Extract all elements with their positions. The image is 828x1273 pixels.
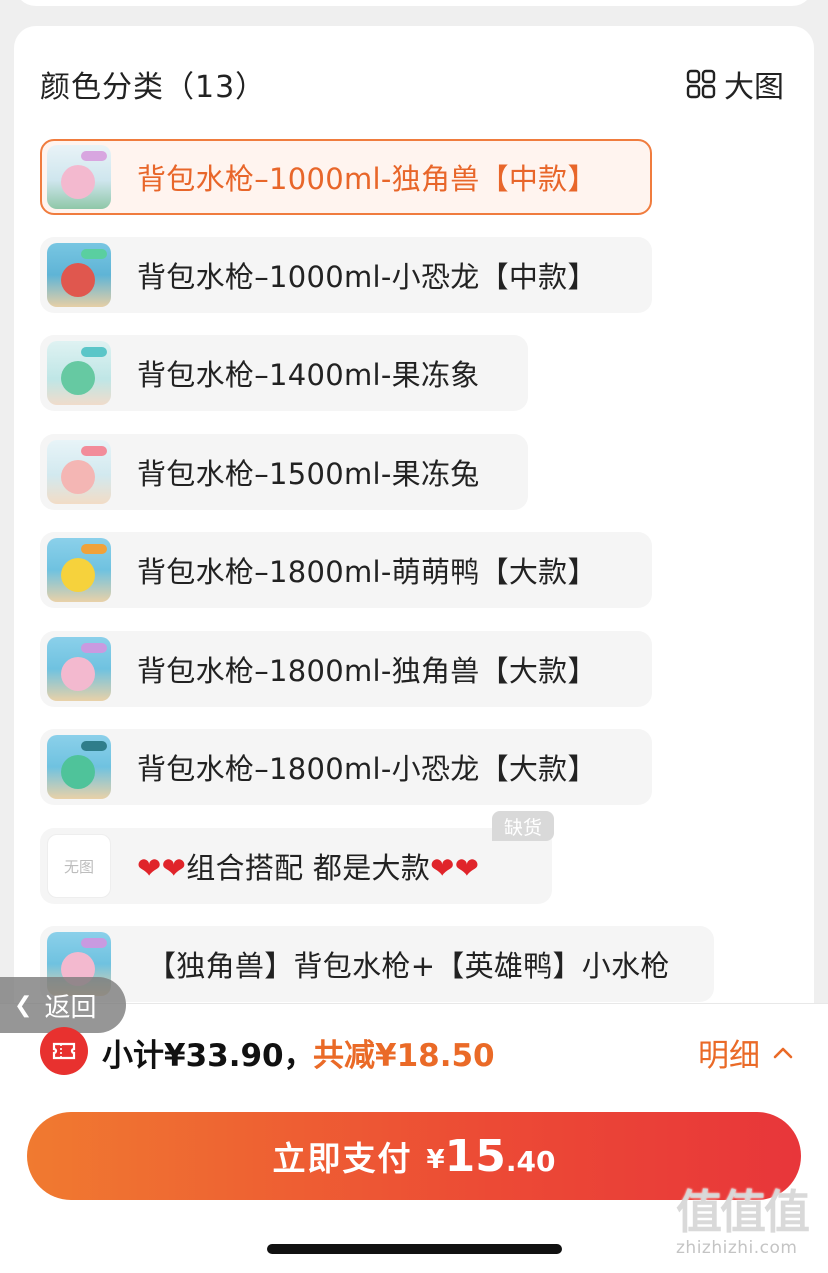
option-thumbnail — [47, 145, 111, 209]
option-thumbnail — [47, 243, 111, 307]
no-image-text: 无图 — [63, 857, 94, 876]
back-label: 返回 — [44, 992, 97, 1023]
no-image-placeholder: 无图 — [47, 834, 111, 898]
option-thumbnail — [47, 341, 111, 405]
option-unicorn-plus-duck[interactable]: 【独角兽】背包水枪+【英雄鸭】小水枪 — [40, 926, 714, 1002]
coupon-icon — [40, 1027, 88, 1075]
option-duck-1800ml[interactable]: 背包水枪–1800ml-萌萌鸭【大款】 — [40, 532, 652, 608]
detail-toggle[interactable]: 明细 — [698, 1030, 794, 1075]
watermark-title: 值值值 — [676, 1185, 810, 1239]
option-label: 背包水枪–1800ml-萌萌鸭【大款】 — [137, 555, 597, 589]
option-thumbnail — [47, 538, 111, 602]
pay-currency: ¥ — [426, 1145, 445, 1175]
big-picture-label: 大图 — [724, 70, 784, 105]
option-label: 背包水枪–1000ml-独角兽【中款】 — [137, 162, 597, 196]
out-of-stock-badge: 缺货 — [492, 811, 554, 841]
option-unicorn-1800ml[interactable]: 背包水枪–1800ml-独角兽【大款】 — [40, 631, 652, 707]
option-rabbit-1500ml[interactable]: 背包水枪–1500ml-果冻兔 — [40, 434, 528, 510]
back-button[interactable]: ❮ 返回 — [0, 977, 126, 1033]
option-label: 【独角兽】背包水枪+【英雄鸭】小水枪 — [147, 949, 670, 983]
pay-amount-integer: 15 — [444, 1130, 506, 1182]
subtotal-text: 小计¥33.90， — [102, 1038, 315, 1074]
discount-text: 共减¥18.50 — [313, 1038, 495, 1074]
detail-label: 明细 — [698, 1038, 760, 1074]
option-unicorn-1000ml[interactable]: 背包水枪–1000ml-独角兽【中款】 — [40, 139, 652, 215]
big-picture-toggle[interactable]: 大图 — [686, 62, 784, 106]
option-thumbnail — [47, 440, 111, 504]
chevron-up-icon — [773, 1047, 793, 1058]
option-thumbnail — [47, 637, 111, 701]
home-indicator[interactable] — [267, 1244, 562, 1254]
option-label: ❤❤组合搭配 都是大款❤❤ — [137, 845, 479, 887]
section-title: 颜色分类（13） — [40, 70, 267, 105]
option-dino-1000ml[interactable]: 背包水枪–1000ml-小恐龙【中款】 — [40, 237, 652, 313]
pay-label: 立即支付 — [272, 1139, 413, 1178]
option-label: 背包水枪–1400ml-果冻象 — [137, 358, 480, 392]
option-combo-large[interactable]: 无图 ❤❤组合搭配 都是大款❤❤ — [40, 828, 552, 904]
option-label: 背包水枪–1500ml-果冻兔 — [137, 457, 480, 491]
chevron-left-icon: ❮ — [14, 992, 33, 1018]
option-elephant-1400ml[interactable]: 背包水枪–1400ml-果冻象 — [40, 335, 528, 411]
watermark-url: zhizhizhi.com — [676, 1238, 798, 1258]
grid-icon — [686, 69, 716, 99]
option-label: 背包水枪–1000ml-小恐龙【中款】 — [137, 260, 597, 294]
option-label-text: 组合搭配 都是大款 — [186, 851, 431, 885]
option-thumbnail — [47, 735, 111, 799]
heart-icon: ❤❤ — [430, 851, 480, 885]
option-label: 背包水枪–1800ml-独角兽【大款】 — [137, 654, 597, 688]
watermark: 值值值 zhizhizhi.com — [676, 1186, 826, 1266]
pay-amount-decimal: .40 — [505, 1144, 556, 1178]
heart-icon: ❤❤ — [137, 851, 187, 885]
previous-card — [14, 0, 814, 6]
option-label: 背包水枪–1800ml-小恐龙【大款】 — [137, 752, 597, 786]
option-dino-1800ml[interactable]: 背包水枪–1800ml-小恐龙【大款】 — [40, 729, 652, 805]
